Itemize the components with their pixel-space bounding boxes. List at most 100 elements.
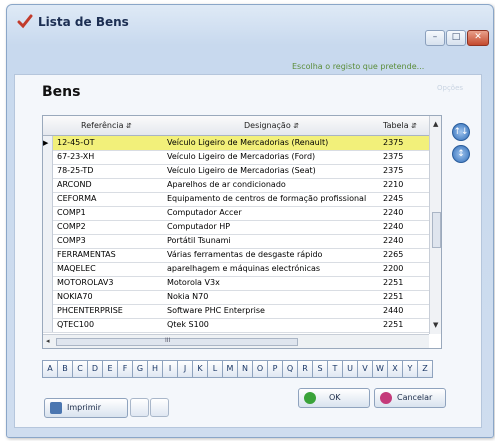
cell-tabela: 2251	[383, 320, 404, 329]
move-record-down-button[interactable]: ↕	[452, 145, 470, 163]
letter-filter-e[interactable]: E	[102, 360, 118, 378]
letter-filter-w[interactable]: W	[372, 360, 388, 378]
cell-referencia: FERRAMENTAS	[57, 250, 116, 259]
ok-button-label: OK	[329, 393, 341, 402]
table-row[interactable]: COMP1 Computador Accer 2240	[43, 206, 429, 221]
window-title: Lista de Bens	[38, 15, 129, 29]
ok-button[interactable]: OK	[298, 388, 370, 408]
preview-button[interactable]	[130, 398, 149, 417]
letter-filter-f[interactable]: F	[117, 360, 133, 378]
row-selector[interactable]	[43, 178, 53, 192]
table-row[interactable]: QTEC100 Qtek S100 2251	[43, 318, 429, 333]
scroll-up-icon[interactable]: ▲	[433, 120, 438, 128]
letter-filter-g[interactable]: G	[132, 360, 148, 378]
maximize-button[interactable]: □	[446, 30, 466, 46]
vertical-scrollbar[interactable]: ▲ ▼	[429, 116, 441, 334]
letter-filter-q[interactable]: Q	[282, 360, 298, 378]
scroll-left-icon[interactable]: ◂	[46, 337, 50, 345]
row-selector[interactable]	[43, 234, 53, 248]
table-row[interactable]: ARCOND Aparelhos de ar condicionado 2210	[43, 178, 429, 193]
row-selector[interactable]: ▶	[43, 136, 53, 150]
title-bar[interactable]: Lista de Bens	[7, 5, 493, 39]
cell-referencia: NOKIA70	[57, 292, 93, 301]
table-row[interactable]: MOTOROLAV3 Motorola V3x 2251	[43, 276, 429, 291]
letter-filter-y[interactable]: Y	[402, 360, 418, 378]
instruction-hint: Escolha o registo que pretende...	[292, 62, 425, 71]
letter-filter-n[interactable]: N	[237, 360, 253, 378]
letter-filter-j[interactable]: J	[177, 360, 193, 378]
cell-tabela: 2240	[383, 222, 404, 231]
scroll-down-icon[interactable]: ▼	[433, 321, 438, 329]
row-selector[interactable]	[43, 304, 53, 318]
letter-filter-p[interactable]: P	[267, 360, 283, 378]
table-row[interactable]: FERRAMENTAS Várias ferramentas de desgast…	[43, 248, 429, 263]
cell-designacao: Aparelhos de ar condicionado	[167, 180, 286, 189]
column-header-tabela[interactable]: Tabela ⇵	[383, 121, 417, 130]
row-selector[interactable]	[43, 290, 53, 304]
row-selector[interactable]	[43, 192, 53, 206]
horizontal-scrollbar[interactable]: ◂ III	[43, 334, 429, 348]
table-row[interactable]: 78-25-TD Veículo Ligeiro de Mercadorias (…	[43, 164, 429, 179]
table-row[interactable]: 67-23-XH Veículo Ligeiro de Mercadorias (…	[43, 150, 429, 165]
close-button[interactable]: ✕	[467, 30, 489, 46]
letter-filter-r[interactable]: R	[297, 360, 313, 378]
export-button[interactable]	[150, 398, 169, 417]
letter-filter-b[interactable]: B	[57, 360, 73, 378]
letter-filter-o[interactable]: O	[252, 360, 268, 378]
cell-designacao: Motorola V3x	[167, 278, 220, 287]
letter-filter-h[interactable]: H	[147, 360, 163, 378]
column-header-designacao[interactable]: Designação ⇵	[244, 121, 299, 130]
cell-designacao: Computador Accer	[167, 208, 242, 217]
cell-designacao: Software PHC Enterprise	[167, 306, 265, 315]
move-record-up-button[interactable]: ↑↓	[452, 123, 470, 141]
minimize-button[interactable]: –	[425, 30, 445, 46]
print-button[interactable]: Imprimir	[44, 398, 128, 418]
letter-filter-k[interactable]: K	[192, 360, 208, 378]
letter-filter-t[interactable]: T	[327, 360, 343, 378]
table-row[interactable]: PHCENTERPRISE Software PHC Enterprise 2440	[43, 304, 429, 319]
row-selector[interactable]	[43, 318, 53, 332]
cell-designacao: Computador HP	[167, 222, 231, 231]
row-selector[interactable]	[43, 206, 53, 220]
cell-referencia: COMP2	[57, 222, 86, 231]
letter-filter-l[interactable]: L	[207, 360, 223, 378]
cancel-icon	[380, 392, 392, 404]
letter-filter-d[interactable]: D	[87, 360, 103, 378]
cell-tabela: 2240	[383, 236, 404, 245]
scroll-grip: III	[165, 337, 171, 344]
row-selector[interactable]	[43, 262, 53, 276]
table-row[interactable]: CEFORMA Equipamento de centros de formaçã…	[43, 192, 429, 207]
table-header: Referência ⇵ Designação ⇵ Tabela ⇵	[43, 116, 429, 136]
cancel-button[interactable]: Cancelar	[374, 388, 446, 408]
row-selector[interactable]	[43, 220, 53, 234]
table-row[interactable]: COMP3 Portátil Tsunami 2240	[43, 234, 429, 249]
cell-designacao: Nokia N70	[167, 292, 209, 301]
table-row[interactable]: COMP2 Computador HP 2240	[43, 220, 429, 235]
letter-filter-m[interactable]: M	[222, 360, 238, 378]
letter-filter-i[interactable]: I	[162, 360, 178, 378]
table-row[interactable]: MAQELEC aparelhagem e máquinas electrónic…	[43, 262, 429, 277]
cell-designacao: Veículo Ligeiro de Mercadorias (Ford)	[167, 152, 316, 161]
letter-filter-z[interactable]: Z	[417, 360, 433, 378]
letter-filter-v[interactable]: V	[357, 360, 373, 378]
row-selector[interactable]	[43, 276, 53, 290]
cell-referencia: 78-25-TD	[57, 166, 94, 175]
row-selector[interactable]	[43, 150, 53, 164]
cell-designacao: Várias ferramentas de desgaste rápido	[167, 250, 323, 259]
horizontal-scroll-thumb[interactable]: III	[56, 337, 298, 346]
row-selector[interactable]	[43, 164, 53, 178]
letter-filter-a[interactable]: A	[42, 360, 58, 378]
table-row[interactable]: NOKIA70 Nokia N70 2251	[43, 290, 429, 305]
cell-designacao: Portátil Tsunami	[167, 236, 231, 245]
letter-filter-c[interactable]: C	[72, 360, 88, 378]
column-header-referencia[interactable]: Referência ⇵	[81, 121, 132, 130]
letter-filter-x[interactable]: X	[387, 360, 403, 378]
table-row[interactable]: ▶ 12-45-OT Veículo Ligeiro de Mercadorias …	[43, 136, 429, 151]
letter-filter-s[interactable]: S	[312, 360, 328, 378]
cell-referencia: MOTOROLAV3	[57, 278, 114, 287]
row-selector[interactable]	[43, 248, 53, 262]
cell-tabela: 2210	[383, 180, 404, 189]
printer-icon	[50, 402, 62, 414]
letter-filter-u[interactable]: U	[342, 360, 358, 378]
vertical-scroll-thumb[interactable]	[432, 212, 441, 248]
